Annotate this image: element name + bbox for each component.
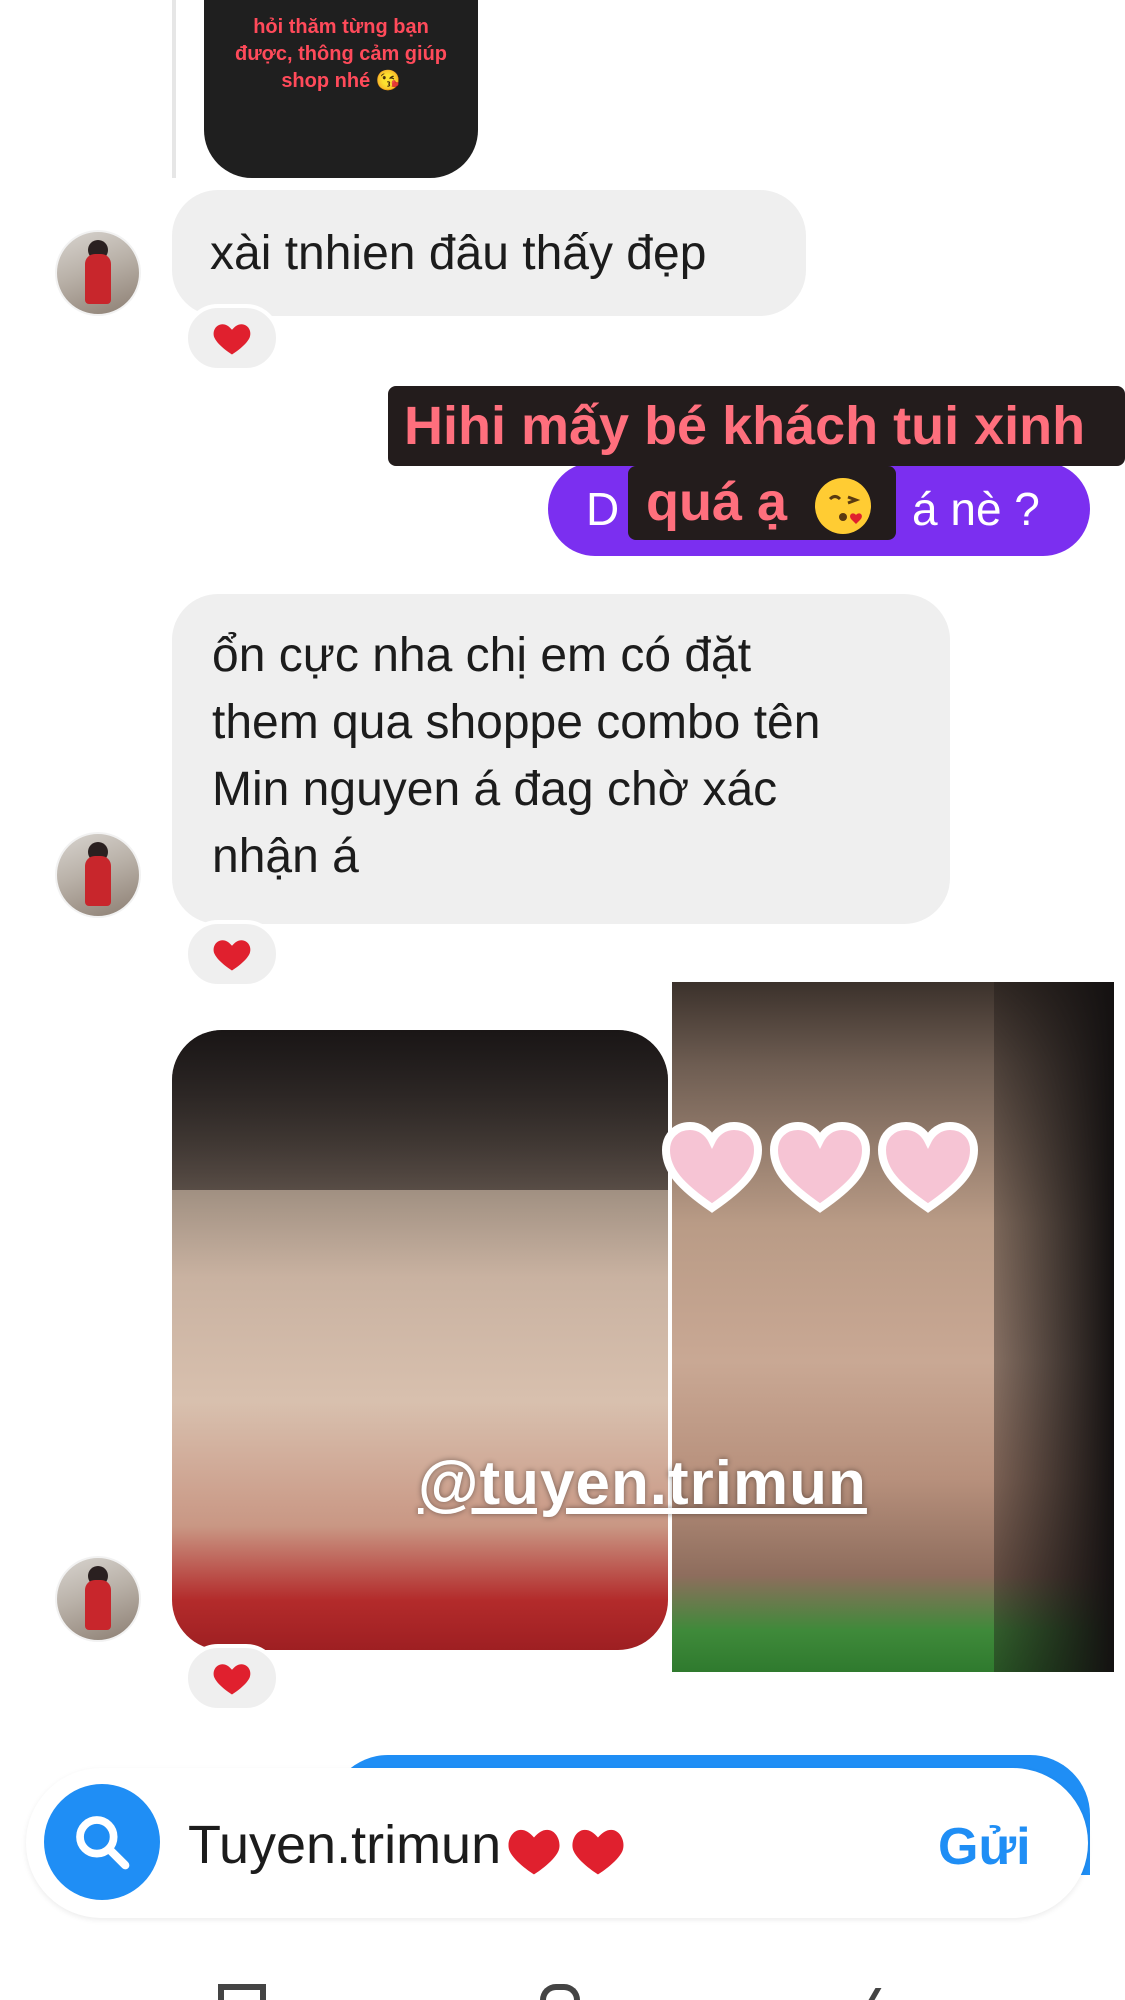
story-reply-line: hỏi thăm từng bạn — [253, 16, 429, 38]
message-bubble[interactable]: xài tnhien đâu thấy đẹp — [172, 190, 806, 316]
avatar[interactable] — [55, 1556, 141, 1642]
story-caption-line2: quá ạ — [628, 466, 896, 540]
outgoing-text-end: á nè ? — [912, 483, 1040, 535]
outgoing-text-start: D — [586, 483, 620, 535]
story-reply-line: shop nhé 😘 — [281, 70, 401, 92]
message-line: nhận á — [212, 830, 359, 883]
heart-icon — [508, 1829, 560, 1875]
username-watermark: @tuyen.trimun — [418, 1449, 867, 1518]
heart-icon — [213, 940, 251, 971]
composer-input-text: Tuyen.trimun — [188, 1815, 502, 1875]
message-text: xài tnhien đâu thấy đẹp — [210, 227, 707, 280]
pink-heart-stickers — [660, 1120, 980, 1216]
pink-heart-sticker — [877, 1121, 979, 1213]
story-reply-bubble[interactable]: hỏi thăm từng bạn được, thông cảm giúp s… — [204, 0, 478, 178]
photo-message-left[interactable] — [172, 1030, 668, 1650]
avatar[interactable] — [55, 230, 141, 316]
reaction-badge[interactable] — [184, 304, 280, 372]
reaction-badge[interactable] — [184, 920, 280, 988]
heart-icon — [213, 324, 251, 355]
heart-icon — [572, 1829, 624, 1875]
story-reply-line: được, thông cảm giúp — [234, 43, 448, 65]
send-button[interactable]: Gửi — [938, 1812, 1031, 1882]
search-icon — [76, 1816, 130, 1870]
avatar[interactable] — [55, 832, 141, 918]
message-line: them qua shoppe combo tên — [212, 696, 821, 749]
photo-overlay-right — [672, 982, 1114, 1672]
story-caption-line1: Hihi mấy bé khách tui xinh — [388, 386, 1125, 466]
message-line: ổn cực nha chị em có đặt — [212, 629, 752, 682]
search-button[interactable] — [44, 1784, 160, 1900]
heart-icon — [213, 1664, 251, 1695]
composer-input[interactable]: Tuyen.trimun — [188, 1810, 629, 1880]
nav-home-icon[interactable] — [540, 1984, 580, 2000]
kiss-emoji — [815, 477, 872, 534]
reaction-badge[interactable] — [184, 1644, 280, 1712]
pink-heart-sticker — [661, 1121, 763, 1213]
caption-text: quá ạ — [646, 472, 788, 532]
message-bubble[interactable]: ổn cực nha chị em có đặt them qua shoppe… — [172, 594, 950, 924]
message-line: Min nguyen á đag chờ xác — [212, 763, 778, 816]
reply-thread-line — [172, 0, 176, 178]
nav-back-icon[interactable] — [868, 1988, 890, 2000]
nav-recent-apps-icon[interactable] — [218, 1984, 266, 2000]
pink-heart-sticker — [769, 1121, 871, 1213]
